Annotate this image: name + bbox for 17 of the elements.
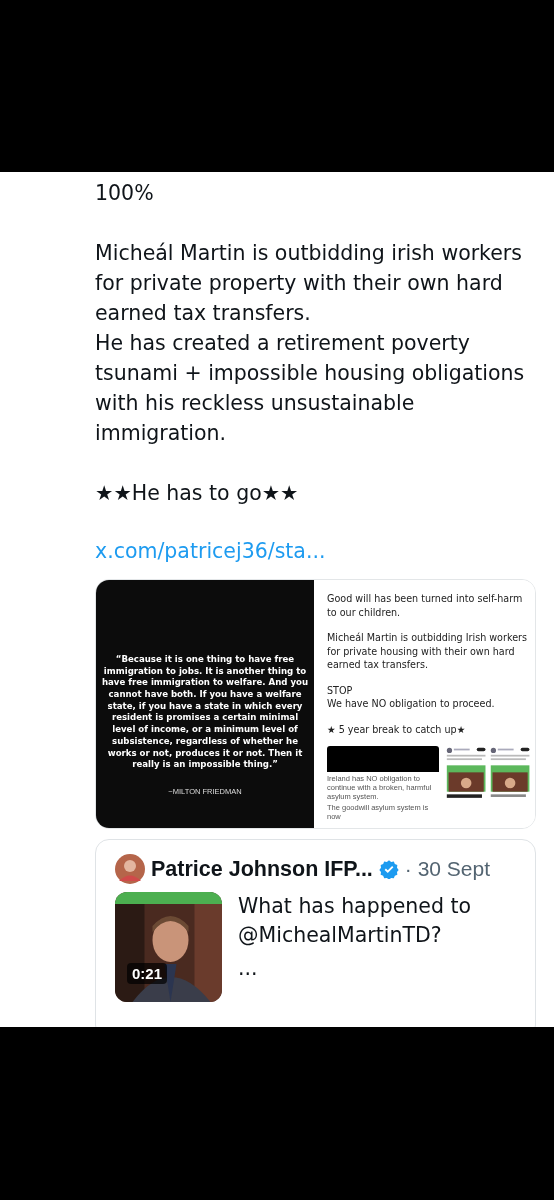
post-date: · 30 Sept (404, 857, 491, 881)
screenshot-text: We have NO obligation to proceed. (327, 697, 496, 711)
screenshot-text: Micheál Martin is outbidding Irish workers for private housing with their own hard earned tax transfers. (327, 631, 527, 672)
screenshot-text: ★ 5 year break to catch up★ (327, 722, 467, 736)
author-name[interactable]: Patrice Johnson IFP... (151, 856, 373, 882)
post-text: ★★He has to go★★ (95, 480, 300, 507)
quote-text: “Because it is one thing to have free immigration to jobs. It is another thing to have free immigration to welfare. And you cannot have both. If you have a welfare state, if you have a state in which every resident is promises a certain minimal level of income, or a minimum level of subsistence, regardless of whether he works or not, produces it or not. Then it really is an impossible thing.” (100, 653, 310, 771)
quote-image[interactable] (96, 580, 314, 828)
post-text: Micheál Martin is outbidding irish workers for private property with their own hard earned tax transfers. (95, 240, 523, 327)
avatar (115, 854, 145, 884)
more-text: ... (238, 955, 259, 982)
post-text: He has created a retirement poverty tsunami + impossible housing obligations with his reckless unsustainable immigration. (95, 330, 526, 447)
screenshot-text: STOP (327, 683, 354, 697)
screenshot-text: Good will has been turned into self-harm to our children. (327, 592, 524, 619)
post-text: 100% (95, 180, 155, 207)
video-duration: 0:21 (127, 963, 168, 984)
quoted-post-text: What has happened to @MichealMartinTD? (238, 893, 473, 949)
